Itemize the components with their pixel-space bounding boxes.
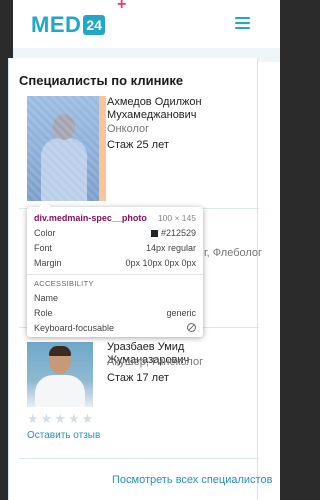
- inspector-accessibility-heading: ACCESSIBILITY: [34, 279, 94, 288]
- color-swatch-icon: [150, 230, 158, 237]
- star-icon[interactable]: ★: [68, 412, 80, 425]
- inspector-key: Font: [34, 243, 53, 253]
- doctor-specialty: г, Флеболог: [204, 247, 263, 259]
- doctor-divider: [19, 458, 259, 459]
- inspector-key: Margin: [34, 258, 62, 268]
- inspector-value: 14px regular: [145, 243, 196, 253]
- star-icon[interactable]: ★: [27, 412, 39, 425]
- doctor-hair: [49, 346, 71, 356]
- inspector-color-row: Color #212529: [34, 228, 196, 238]
- inspector-role-row: Role generic: [34, 308, 196, 318]
- inspector-size: 100 × 145: [157, 213, 196, 223]
- inspector-key: Keyboard-focusable: [34, 323, 115, 333]
- leave-review-link[interactable]: Оставить отзыв: [27, 430, 100, 441]
- inspector-margin-highlight: [99, 96, 106, 201]
- inspector-font-row: Font 14px regular: [34, 243, 196, 253]
- inspector-focusable-row: Keyboard-focusable: [34, 323, 196, 333]
- hamburger-menu-icon[interactable]: [235, 17, 250, 30]
- inspector-divider: [27, 274, 203, 275]
- inspector-value: 0px 10px 0px 0px: [125, 258, 196, 268]
- logo-plus-icon: +: [117, 0, 127, 13]
- page-gutter: [280, 0, 303, 500]
- doctor-experience: Стаж 25 лет: [107, 139, 169, 151]
- site-header: MED 24 +: [13, 0, 280, 48]
- doctor-specialty: Онколог: [107, 123, 150, 135]
- doctor-photo[interactable]: [27, 96, 99, 201]
- inspector-color-value: #212529: [160, 228, 196, 238]
- rating-stars[interactable]: ★ ★ ★ ★ ★: [27, 412, 93, 425]
- inspector-key: Color: [34, 228, 56, 238]
- burger-line: [235, 27, 250, 29]
- doctor-figure: [35, 375, 85, 407]
- inspector-tooltip: div.medmain-spec__photo 100 × 145 Color …: [27, 201, 203, 337]
- inspector-value: generic: [166, 308, 196, 318]
- not-focusable-icon: [187, 323, 196, 332]
- inspector-margin-row: Margin 0px 10px 0px 0px: [34, 258, 196, 268]
- star-icon[interactable]: ★: [54, 412, 66, 425]
- doctor-photo[interactable]: [27, 342, 93, 407]
- burger-line: [235, 17, 250, 19]
- logo-text: MED: [31, 12, 82, 37]
- star-icon[interactable]: ★: [82, 412, 94, 425]
- burger-line: [235, 22, 250, 24]
- inspector-hatch: [27, 96, 99, 201]
- all-specialists-link[interactable]: Посмотреть всех специалистов: [112, 474, 272, 486]
- inspector-key: Role: [34, 308, 53, 318]
- doctor-specialty: Акушер, Гинеколог: [107, 356, 204, 368]
- doctor-name[interactable]: Ахмедов Одилжон Мухамеджанович: [107, 96, 257, 122]
- inspector-selector: div.medmain-spec__photo: [34, 213, 147, 223]
- logo-badge: 24: [83, 15, 105, 35]
- site-logo[interactable]: MED 24: [31, 13, 105, 39]
- doctor-experience: Стаж 17 лет: [107, 372, 169, 384]
- inspector-name-row: Name: [34, 293, 196, 303]
- inspector-header: div.medmain-spec__photo 100 × 145: [34, 213, 196, 223]
- section-title: Специалисты по клинике: [19, 73, 184, 88]
- inspector-key: Name: [34, 293, 59, 303]
- inspector-value: #212529: [150, 228, 196, 238]
- star-icon[interactable]: ★: [41, 412, 53, 425]
